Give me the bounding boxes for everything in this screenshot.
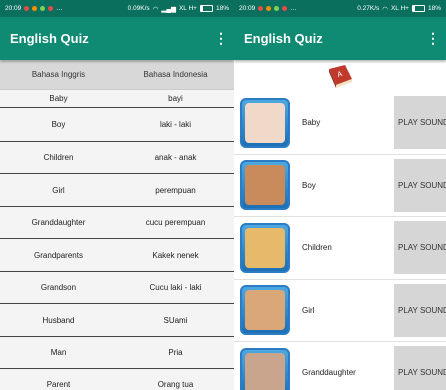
status-time: 20:09 (5, 5, 22, 12)
network-type: XL H+ (390, 5, 409, 12)
table-header: Bahasa Inggris Bahasa Indonesia (0, 60, 234, 90)
status-bar: 20:09 … 0.27K/s ◠ XL H+ 18% (234, 0, 446, 17)
list-item: Granddaughter PLAY SOUND (234, 342, 446, 390)
indonesian-word: Cucu laki - laki (149, 283, 202, 292)
table-row: Parent Orang tua (0, 369, 234, 390)
list-item: Children PLAY SOUND (234, 217, 446, 280)
wifi-icon: ◠ (382, 5, 388, 13)
indonesian-word: perempuan (155, 185, 196, 195)
book-icon: A (234, 60, 446, 92)
notification-icon (282, 6, 288, 11)
indonesian-word: Orang tua (157, 380, 194, 389)
overflow-menu-icon[interactable]: ⋮ (214, 30, 228, 47)
status-bar: 20:09 … 0.09K/s ◠ ▂▄▆ XL H+ 18% (0, 0, 234, 17)
english-word: Girl (52, 185, 65, 195)
word-image (240, 285, 290, 336)
status-time: 20:09 (239, 5, 256, 12)
notification-icon (32, 6, 38, 11)
indonesian-word: cucu perempuan (145, 218, 206, 227)
app-bar: English Quiz ⋮ (234, 17, 446, 60)
table-row: Boy laki - laki (0, 108, 234, 142)
word-list: Baby PLAY SOUND Boy PLAY SOUND Children PLAY … (234, 92, 446, 390)
table-row: Girl perempuan (0, 174, 234, 207)
english-word: Children (43, 153, 74, 162)
table-row: Man Pria (0, 337, 234, 369)
english-word: Grandparents (34, 250, 83, 260)
network-speed: 0.09K/s (127, 5, 150, 12)
english-word: Boy (51, 120, 66, 129)
notification-icon (258, 6, 264, 11)
more-notifications-icon: … (290, 5, 297, 12)
word-image (240, 222, 290, 273)
notification-icon (24, 6, 30, 11)
wifi-icon: ◠ (152, 5, 159, 13)
more-notifications-icon: … (56, 5, 63, 12)
indonesian-word: bayi (168, 94, 183, 103)
signal-icon: ▂▄▆ (161, 5, 176, 13)
english-word: Baby (49, 94, 68, 103)
phone-left-screen: 20:09 … 0.09K/s ◠ ▂▄▆ XL H+ 18% English … (0, 0, 234, 390)
english-word: Grandson (40, 283, 77, 292)
table-row: Grandparents Kakek nenek (0, 239, 234, 272)
word-image (240, 97, 290, 148)
network-type: XL H+ (178, 5, 197, 12)
list-item: Girl PLAY SOUND (234, 280, 446, 342)
notification-icon (266, 6, 272, 11)
english-word: Man (50, 348, 67, 357)
column-header-indonesian: Bahasa Indonesia (143, 70, 208, 79)
battery-level: 18% (427, 5, 441, 12)
indonesian-word: SUami (163, 315, 188, 325)
english-word: Husband (42, 315, 75, 325)
indonesian-word: laki - laki (159, 120, 192, 129)
play-sound-button[interactable]: PLAY SOUND (394, 221, 446, 274)
app-title: English Quiz (244, 31, 323, 46)
list-item: Baby PLAY SOUND (234, 92, 446, 155)
app-bar: English Quiz ⋮ (0, 17, 234, 60)
app-title: English Quiz (10, 31, 89, 46)
phone-right-screen: 20:09 … 0.27K/s ◠ XL H+ 18% English Quiz… (234, 0, 446, 390)
notification-icon (48, 6, 54, 11)
notification-icon (40, 6, 46, 11)
word-image (240, 347, 290, 390)
overflow-menu-icon[interactable]: ⋮ (426, 30, 440, 47)
indonesian-word: anak - anak (154, 153, 197, 162)
word-image (240, 160, 290, 211)
battery-icon (199, 5, 213, 12)
play-sound-button[interactable]: PLAY SOUND (394, 158, 446, 212)
list-item: Boy PLAY SOUND (234, 155, 446, 217)
battery-level: 18% (215, 5, 229, 12)
column-header-english: Bahasa Inggris (31, 70, 86, 79)
table-row: Grandson Cucu laki - laki (0, 272, 234, 304)
table-row: Granddaughter cucu perempuan (0, 207, 234, 239)
table-row: Baby bayi (0, 90, 234, 108)
battery-icon (411, 5, 425, 12)
indonesian-word: Pria (168, 348, 183, 357)
table-row: Husband SUami (0, 304, 234, 337)
english-word: Granddaughter (31, 218, 86, 227)
indonesian-word: Kakek nenek (152, 250, 199, 260)
play-sound-button[interactable]: PLAY SOUND (394, 96, 446, 149)
vocabulary-table: Baby bayi Boy laki - laki Children anak - ana… (0, 90, 234, 390)
table-row: Children anak - anak (0, 142, 234, 174)
play-sound-button[interactable]: PLAY SOUND (394, 283, 446, 337)
english-word: Parent (46, 380, 71, 389)
notification-icon (274, 6, 280, 11)
play-sound-button[interactable]: PLAY SOUND (394, 346, 446, 390)
network-speed: 0.27K/s (357, 5, 380, 12)
